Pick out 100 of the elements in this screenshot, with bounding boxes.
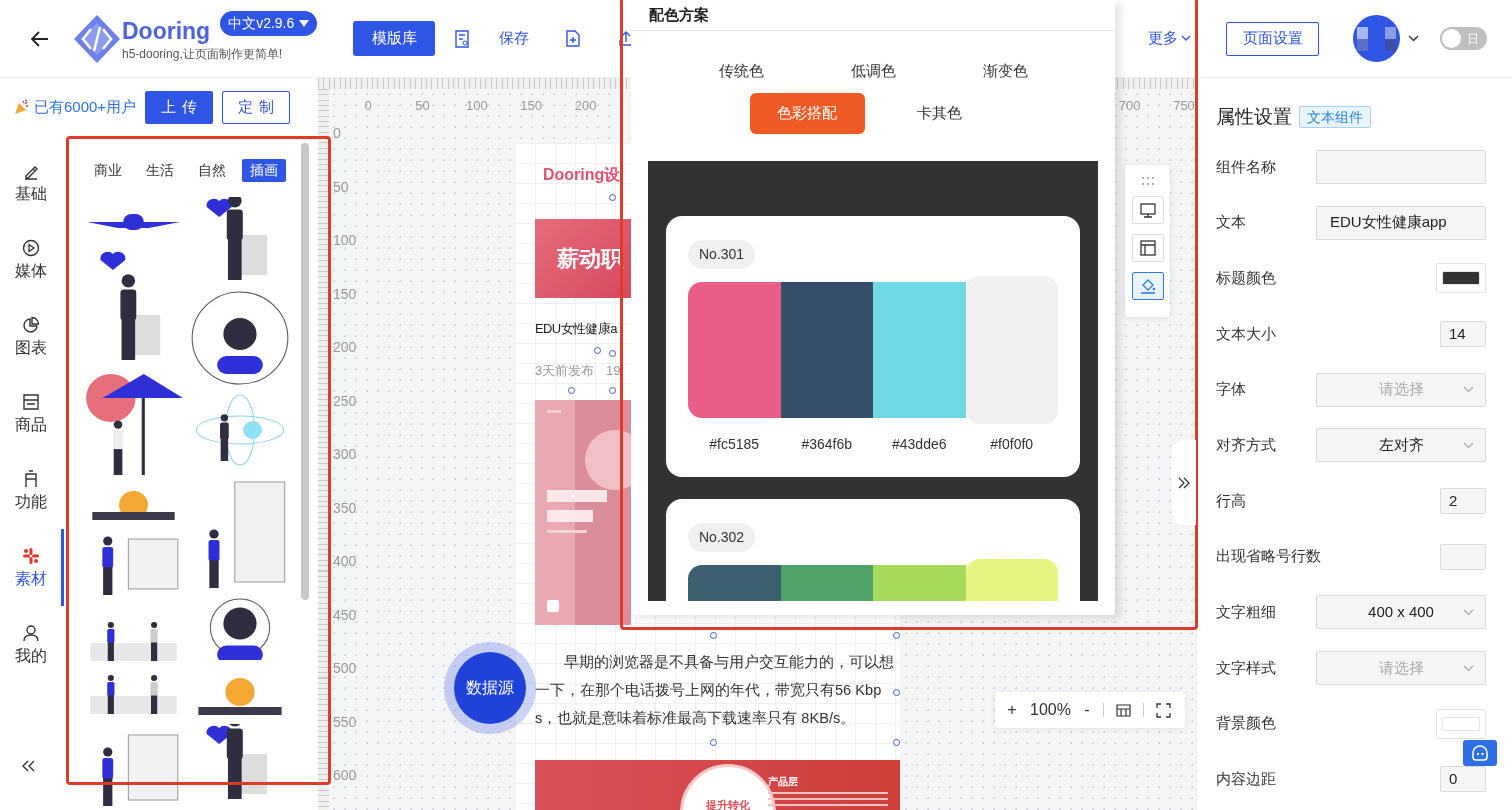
nav-item[interactable]: 功能: [0, 452, 64, 529]
ruler-label: 100: [333, 230, 357, 250]
resize-handle[interactable]: [609, 194, 616, 201]
user-icon: [21, 623, 40, 642]
ruler-label: 600: [333, 765, 357, 785]
collapse-icon[interactable]: [22, 760, 35, 772]
nav-item[interactable]: 图表: [0, 298, 64, 375]
resize-handle[interactable]: [609, 350, 616, 357]
file-plus-icon[interactable]: [566, 30, 580, 47]
asterisk-icon: [21, 546, 40, 565]
nav-item[interactable]: 我的: [0, 606, 64, 683]
scheme-tab[interactable]: 低调色: [815, 50, 931, 92]
ruler-label: 400: [333, 551, 357, 571]
more-menu[interactable]: 更多: [1148, 27, 1191, 50]
user-count: 已有6000+用户: [34, 96, 137, 117]
field-label: 文本: [1216, 212, 1246, 233]
back-icon[interactable]: [31, 30, 49, 47]
field-label: 文字样式: [1216, 657, 1276, 678]
expand-handle[interactable]: [1172, 440, 1196, 525]
number-field[interactable]: [1440, 543, 1486, 570]
color-picker[interactable]: [1436, 708, 1486, 739]
monitor-icon: [1138, 201, 1157, 219]
resize-handle[interactable]: [710, 632, 717, 639]
grid-icon[interactable]: [1115, 703, 1131, 717]
ruler-label: 0: [333, 123, 341, 143]
pie-chart-icon: [21, 315, 40, 334]
resize-handle[interactable]: [893, 689, 900, 696]
ruler-label: 50: [333, 177, 349, 196]
field-label: 字体: [1216, 379, 1246, 400]
color-swatch[interactable]: [780, 282, 873, 418]
fullscreen-icon[interactable]: [1155, 702, 1171, 718]
template-button[interactable]: 模版库: [353, 21, 435, 56]
field-label: 行高: [1216, 490, 1246, 511]
number-field[interactable]: 0: [1440, 766, 1486, 793]
tool-button[interactable]: [1131, 272, 1164, 300]
number-field[interactable]: 2: [1440, 487, 1486, 514]
nav-item[interactable]: 媒体: [0, 221, 64, 298]
zoom-out-button[interactable]: -: [1081, 698, 1092, 722]
nav-item[interactable]: 基础: [0, 144, 64, 221]
category-tab[interactable]: 自然: [190, 158, 234, 182]
panel-title: 属性设置: [1216, 104, 1292, 129]
ruler-label: 550: [333, 712, 357, 731]
double-chevron-icon: [1178, 476, 1190, 489]
palette-card[interactable]: No.302: [666, 499, 1080, 601]
chevron-down-icon: [1463, 441, 1474, 449]
scrollbar-thumb[interactable]: [301, 143, 309, 600]
chat-bot-button[interactable]: [1463, 740, 1497, 766]
category-tab[interactable]: 商业: [86, 158, 130, 182]
caret-icon: [299, 20, 310, 27]
color-picker[interactable]: [1436, 263, 1486, 294]
version-badge[interactable]: 中文v2.9.6: [220, 11, 318, 36]
category-tab[interactable]: 生活: [138, 158, 182, 182]
color-swatch[interactable]: [965, 276, 1058, 424]
scheme-tab[interactable]: 卡其色: [881, 92, 997, 134]
chevron-down-icon: [1181, 35, 1191, 42]
drag-handle-icon[interactable]: [1141, 177, 1154, 185]
ruler-label: 300: [333, 444, 357, 464]
ruler-label: 700: [1118, 97, 1141, 115]
resize-handle[interactable]: [594, 347, 601, 354]
hex-label: #43dde6: [891, 435, 948, 454]
ruler-label: 750: [1173, 97, 1195, 115]
palette-card[interactable]: No.301 #fc5185 #364f6b #43dde6 #f0f0f0: [666, 216, 1080, 477]
number-field[interactable]: 14: [1440, 320, 1486, 347]
ruler-label: 500: [333, 658, 357, 678]
text-field[interactable]: EDU女性健康app: [1316, 205, 1486, 240]
chevron-down-icon: [1463, 664, 1474, 672]
zoom-in-button[interactable]: +: [1005, 698, 1019, 722]
page-settings-button[interactable]: 页面设置: [1226, 21, 1319, 56]
article-title: EDU女性健康a: [535, 320, 617, 338]
nav-item[interactable]: 素材: [0, 529, 64, 606]
resize-handle[interactable]: [609, 387, 616, 394]
custom-button[interactable]: 定制: [222, 90, 291, 124]
nav-item[interactable]: 商品: [0, 375, 64, 452]
ruler-label: 200: [333, 337, 357, 357]
scheme-tab[interactable]: 渐变色: [947, 50, 1063, 92]
play-icon: [21, 238, 40, 257]
popup-title: 配色方案: [649, 4, 709, 25]
chevron-down-icon[interactable]: [1408, 35, 1419, 42]
resize-handle[interactable]: [710, 739, 717, 746]
color-swatch[interactable]: [688, 282, 781, 418]
text-field[interactable]: [1316, 149, 1486, 184]
avatar[interactable]: [1353, 15, 1400, 62]
resize-handle[interactable]: [893, 632, 900, 639]
field-label: 出现省略号行数: [1216, 546, 1321, 567]
chevron-down-icon: [1463, 608, 1474, 616]
color-swatch[interactable]: [873, 282, 966, 418]
upload-icon[interactable]: [619, 31, 633, 46]
ruler-label: 0: [364, 97, 372, 115]
resize-handle[interactable]: [893, 739, 900, 746]
upload-button[interactable]: 上传: [145, 90, 214, 124]
category-tab[interactable]: 插画: [242, 158, 286, 182]
scheme-tab[interactable]: 传统色: [683, 50, 799, 92]
field-label: 对齐方式: [1216, 435, 1276, 456]
save-link[interactable]: 保存: [499, 27, 529, 50]
resize-handle[interactable]: [568, 387, 575, 394]
article-meta: 3天前发布: [535, 362, 595, 380]
document-icon[interactable]: [454, 29, 470, 48]
select-field[interactable]: 400 x 400: [1316, 595, 1486, 630]
paint-bucket-icon: [1138, 277, 1157, 295]
select-field[interactable]: 左对齐: [1316, 428, 1486, 463]
